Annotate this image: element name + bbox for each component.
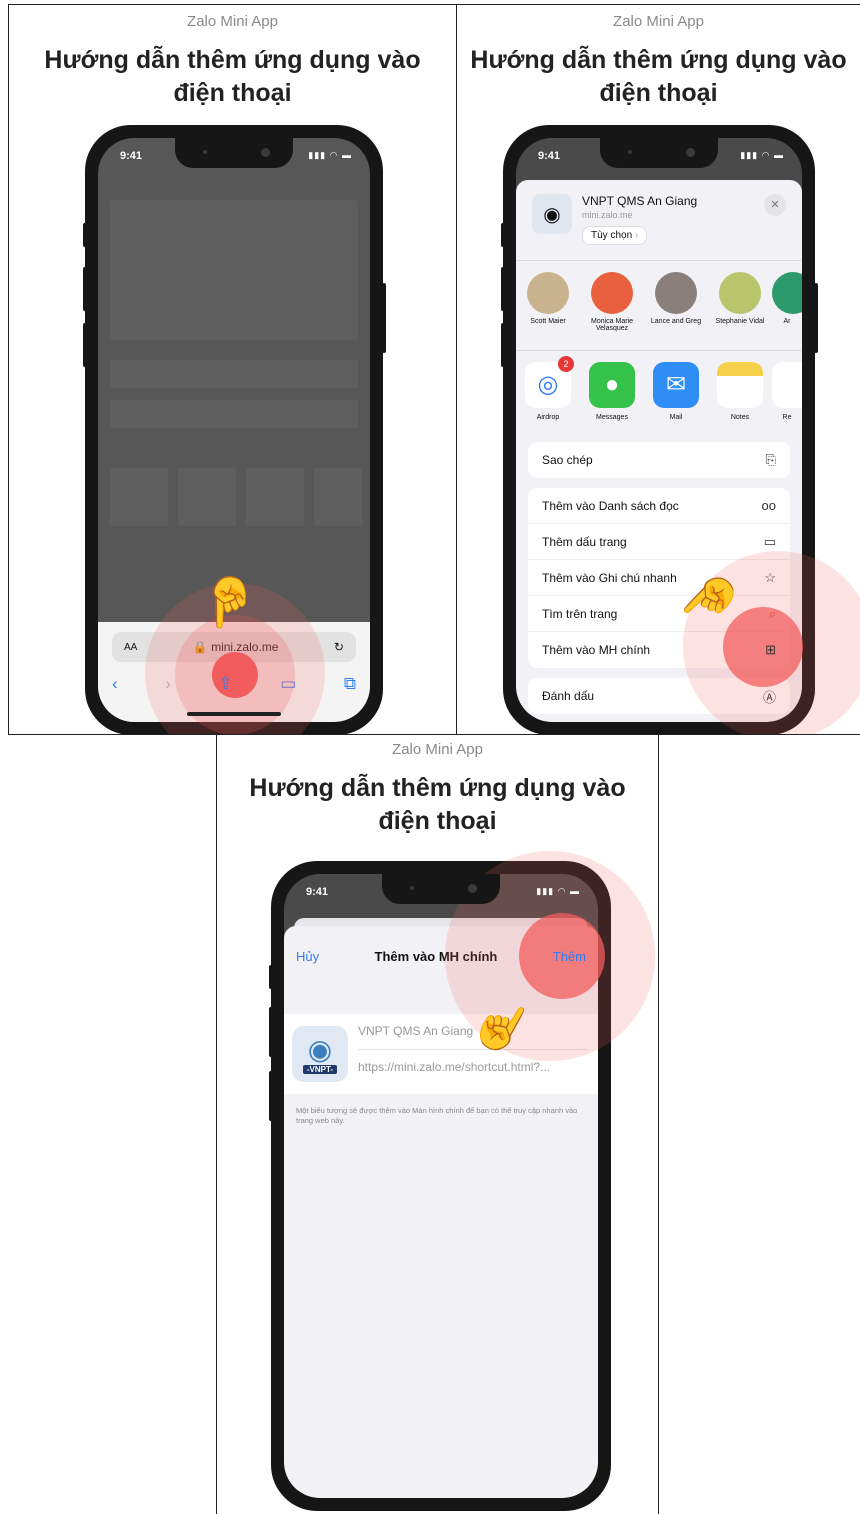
avatar [772,272,802,314]
share-icon[interactable]: ⇪ [218,674,232,694]
app-name: VNPT QMS An Giang [582,194,698,208]
chip-icon: ◉ [307,1033,333,1065]
phone-frame: 9:41 ▮▮▮ ◠ ▬ Hủy Thêm vào MH chính Thêm … [271,861,611,1511]
avatar [591,272,633,314]
copy-action[interactable]: Sao chép ⎘ [528,442,790,478]
notes-icon [717,362,763,408]
app-messages[interactable]: ● Messages [580,362,644,421]
text-size-button[interactable]: AA [124,642,137,653]
app-reminders[interactable]: Re [772,362,802,421]
sheet-description: Một biểu tượng sẽ được thêm vào Màn hình… [296,1106,578,1125]
app-caption: Zalo Mini App [392,741,483,758]
status-time: 9:41 [538,150,561,162]
messages-icon: ● [589,362,635,408]
guide-heading: Hướng dẫn thêm ứng dụng vào điện thoại [470,46,847,107]
signal-icons: ▮▮▮ ◠ ▬ [308,150,352,160]
guide-panel-2: Zalo Mini App Hướng dẫn thêm ứng dụng và… [457,4,860,735]
app-logo: ◉ [532,194,572,234]
guide-heading: Hướng dẫn thêm ứng dụng vào điện thoại [44,46,421,107]
status-time: 9:41 [306,886,329,898]
reload-icon[interactable]: ↻ [334,640,344,654]
options-button[interactable]: Tùy chọn › [582,226,648,245]
back-icon[interactable]: ‹ [112,674,118,694]
app-caption: Zalo Mini App [187,13,278,30]
app-caption: Zalo Mini App [613,13,704,30]
contact-item[interactable]: Lance and Greg [644,272,708,332]
contact-item[interactable]: Scott Maier [516,272,580,332]
cancel-button[interactable]: Hủy [296,949,319,964]
close-icon[interactable]: ✕ [764,194,786,216]
pointing-hand-icon: ☝ [199,575,259,628]
url-field: https://mini.zalo.me/shortcut.html?... [358,1060,551,1074]
app-url: mini.zalo.me [582,210,633,220]
guide-panel-3: Zalo Mini App Hướng dẫn thêm ứng dụng và… [216,735,659,1514]
book-icon: ▭ [763,533,776,549]
mail-icon: ✉ [653,362,699,408]
app-notes[interactable]: Notes [708,362,772,421]
guide-heading: Hướng dẫn thêm ứng dụng vào điện thoại [249,774,626,835]
glasses-icon: oo [761,498,776,513]
signal-icons: ▮▮▮ ◠ ▬ [740,150,784,160]
signal-icons: ▮▮▮ ◠ ▬ [536,886,580,896]
contact-item[interactable]: Monica Marie Velasquez [580,272,644,332]
reading-list-action[interactable]: Thêm vào Danh sách đọc oo [528,488,790,524]
guide-panel-1: Zalo Mini App Hướng dẫn thêm ứng dụng và… [8,4,457,735]
app-logo: ◉ -VNPT- [292,1026,348,1082]
contact-item[interactable]: Stephanie Vidal [708,272,772,332]
app-airdrop[interactable]: ◎ 2 Airdrop [516,356,580,421]
add-button[interactable]: Thêm [553,949,586,964]
reminders-icon [772,362,802,408]
app-mail[interactable]: ✉ Mail [644,362,708,421]
avatar [655,272,697,314]
contacts-row: Scott Maier Monica Marie Velasquez Lance… [516,272,802,332]
contact-item[interactable]: Ar [772,272,802,332]
apps-row: ◎ 2 Airdrop ● Messages ✉ Mail Notes Re [516,356,802,421]
phone-frame: 9:41 ▮▮▮ ◠ ▬ ◉ VNPT QMS An Giang mini.za… [503,125,815,734]
tap-highlight-inner [723,607,803,687]
avatar [527,272,569,314]
add-square-icon: ⊞ [765,642,776,657]
status-time: 9:41 [120,150,143,162]
copy-icon: ⎘ [765,452,776,467]
avatar [719,272,761,314]
badge: 2 [558,356,574,372]
tabs-icon[interactable]: ⧉ [344,674,356,694]
